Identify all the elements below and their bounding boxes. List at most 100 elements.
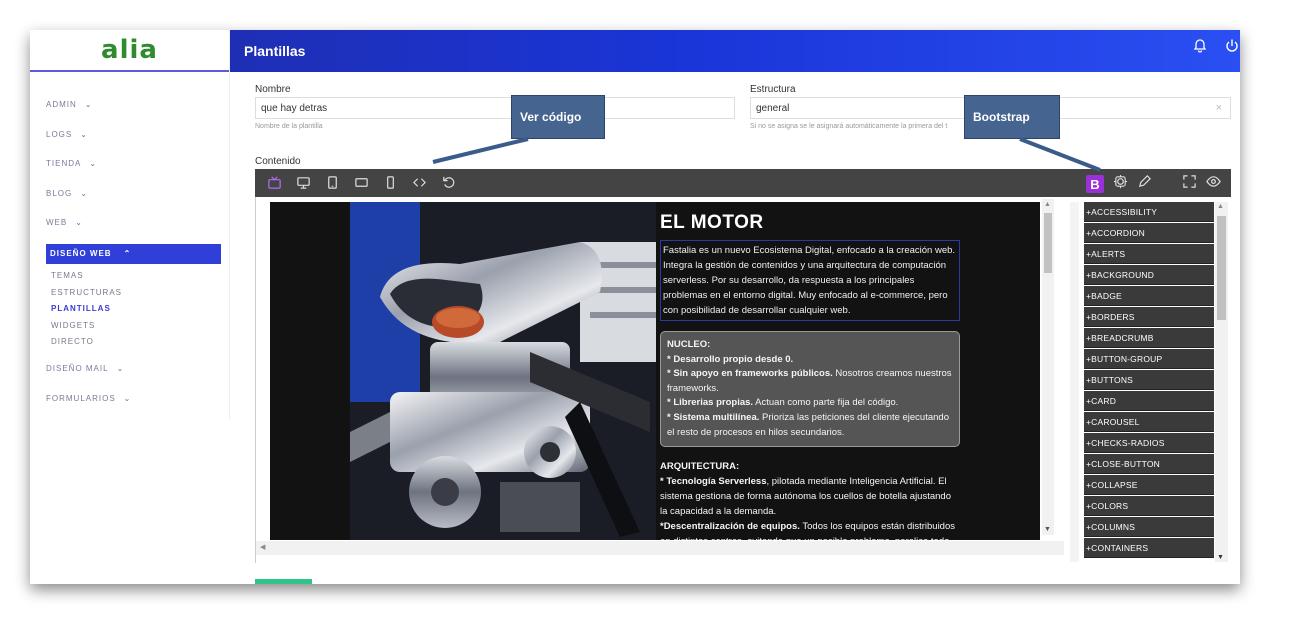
chevron-down-icon: ⌄ [84, 100, 93, 110]
nucleo-box[interactable]: NUCLEO: * Desarrollo propio desde 0. * S… [660, 331, 960, 448]
component-item[interactable]: +CONTAINERS [1084, 538, 1214, 558]
component-item[interactable]: +BACKGROUND [1084, 265, 1214, 285]
tablet-portrait-icon[interactable] [325, 175, 340, 195]
component-item[interactable]: +BUTTON-GROUP [1084, 349, 1214, 369]
panel-scrollbar[interactable]: ▲ ▼ [1215, 202, 1228, 562]
editor-canvas[interactable]: EL MOTOR Fastalia es un nuevo Ecosistema… [255, 197, 1064, 563]
save-button[interactable] [255, 579, 312, 584]
component-item[interactable]: +CAROUSEL [1084, 412, 1214, 432]
power-icon[interactable] [1224, 38, 1240, 59]
nucleo-title: NUCLEO: [667, 339, 711, 350]
top-header: Plantillas [230, 30, 1240, 72]
chevron-up-icon: ⌃ [123, 249, 132, 258]
tablet-landscape-icon[interactable] [354, 175, 369, 195]
mobile-icon[interactable] [383, 175, 398, 195]
scroll-down-icon[interactable]: ▼ [1044, 526, 1051, 533]
components-panel: +ACCESSIBILITY +ACCORDION +ALERTS +BACKGROU… [1064, 200, 1231, 564]
component-item[interactable]: +COLORS [1084, 496, 1214, 516]
estructura-label: Estructura [750, 84, 796, 95]
component-item[interactable]: +CHECKS-RADIOS [1084, 433, 1214, 453]
contenido-label: Contenido [255, 156, 301, 167]
panel-left-scrollbar[interactable] [1070, 202, 1079, 562]
nucleo-line: * Librerias propias. Actuan como parte f… [667, 397, 899, 409]
logo-text: alia [101, 35, 158, 65]
eye-icon[interactable] [1206, 174, 1221, 194]
sidebar-item-label: TIENDA [46, 159, 82, 169]
callout-bootstrap: Bootstrap [964, 95, 1060, 139]
component-item[interactable]: +BREADCRUMB [1084, 328, 1214, 348]
scroll-left-icon[interactable]: ◀ [260, 543, 265, 551]
nucleo-line: * Desarrollo propio desde 0. [667, 353, 794, 365]
chevron-down-icon: ⌄ [80, 129, 88, 139]
nucleo-line: * Sin apoyo en frameworks públicos. Noso… [667, 368, 952, 394]
bell-icon[interactable] [1192, 38, 1208, 59]
arquitectura-title: ARQUITECTURA: [660, 461, 740, 473]
nombre-hint: Nombre de la plantilla [255, 123, 323, 130]
arquitectura-section[interactable]: ARQUITECTURA: * Tecnología Serverless, p… [660, 459, 960, 540]
sidebar-item-label: WEB [46, 218, 68, 228]
sidebar-item-label: DISEÑO MAIL [46, 364, 109, 374]
subitem-directo[interactable]: DIRECTO [30, 334, 229, 351]
nombre-label: Nombre [255, 84, 291, 95]
settings-icon[interactable] [1113, 174, 1128, 194]
component-item[interactable]: +CLOSE-BUTTON [1084, 454, 1214, 474]
canvas-horizontal-scrollbar[interactable]: ◀ [256, 541, 1064, 555]
estructura-value: general [756, 103, 790, 114]
article-title[interactable]: EL MOTOR [660, 212, 960, 234]
article[interactable]: EL MOTOR Fastalia es un nuevo Ecosistema… [660, 212, 960, 540]
page-title: Plantillas [244, 43, 306, 59]
bootstrap-button[interactable]: B [1086, 175, 1104, 193]
panel-scroll-thumb[interactable] [1217, 216, 1226, 320]
sidebar-item-tienda[interactable]: TIENDA ⌄ [30, 149, 229, 179]
hero-section[interactable]: EL MOTOR Fastalia es un nuevo Ecosistema… [270, 202, 1040, 540]
clear-icon[interactable]: × [1216, 102, 1222, 114]
sidebar-item-admin[interactable]: ADMIN ⌄ [30, 90, 229, 120]
sidebar-item-web[interactable]: WEB ⌄ [30, 208, 229, 238]
subitem-temas[interactable]: TEMAS [30, 268, 229, 285]
sidebar-item-diseno-web[interactable]: DISEÑO WEB ⌃ [46, 243, 221, 264]
article-intro[interactable]: Fastalia es un nuevo Ecosistema Digital,… [660, 240, 960, 321]
scroll-down-icon[interactable]: ▼ [1217, 554, 1224, 561]
scroll-up-icon[interactable]: ▲ [1044, 201, 1051, 208]
callout-label: Ver código [520, 110, 582, 124]
tv-icon[interactable] [267, 175, 282, 195]
undo-icon[interactable] [441, 175, 456, 195]
component-item[interactable]: +ACCORDION [1084, 223, 1214, 243]
chevron-down-icon: ⌄ [75, 218, 83, 228]
engine-image [350, 202, 656, 540]
subitem-widgets[interactable]: WIDGETS [30, 317, 229, 334]
callout-ver-codigo: Ver código [511, 95, 605, 139]
component-item[interactable]: +ALERTS [1084, 244, 1214, 264]
components-list: +ACCESSIBILITY +ACCORDION +ALERTS +BACKGROU… [1084, 202, 1214, 559]
fullscreen-icon[interactable] [1182, 174, 1197, 194]
nombre-input[interactable]: que hay detras [255, 97, 735, 119]
scroll-up-icon[interactable]: ▲ [1217, 203, 1224, 210]
sidebar: alia ADMIN ⌄ LOGS ⌄ TIENDA ⌄ BLOG ⌄ WEB ⌄ DIS… [30, 30, 230, 420]
component-item[interactable]: +BUTTONS [1084, 370, 1214, 390]
chevron-down-icon: ⌄ [80, 188, 88, 198]
sidebar-item-formularios[interactable]: FORMULARIOS ⌄ [30, 384, 229, 414]
component-item[interactable]: +COLLAPSE [1084, 475, 1214, 495]
canvas-vertical-scrollbar[interactable]: ▲ ▼ [1042, 199, 1054, 535]
sidebar-item-diseno-mail[interactable]: DISEÑO MAIL ⌄ [30, 354, 229, 384]
pencil-icon[interactable] [1137, 174, 1152, 194]
component-item[interactable]: +COLUMNS [1084, 517, 1214, 537]
sidebar-item-blog[interactable]: BLOG ⌄ [30, 179, 229, 209]
chevron-down-icon: ⌄ [116, 364, 125, 374]
sidebar-item-logs[interactable]: LOGS ⌄ [30, 120, 229, 150]
logo[interactable]: alia [30, 30, 229, 72]
desktop-icon[interactable] [296, 175, 311, 195]
chevron-down-icon: ⌄ [89, 159, 98, 169]
component-item[interactable]: +BORDERS [1084, 307, 1214, 327]
chevron-down-icon: ⌄ [123, 393, 132, 403]
subitem-estructuras[interactable]: ESTRUCTURAS [30, 284, 229, 301]
sidebar-item-label: FORMULARIOS [46, 393, 116, 403]
sidebar-item-label: LOGS [46, 129, 73, 139]
canvas-scroll-thumb[interactable] [1044, 213, 1052, 273]
sidebar-item-label: ADMIN [46, 100, 77, 110]
component-item[interactable]: +CARD [1084, 391, 1214, 411]
code-icon[interactable] [412, 175, 427, 195]
subitem-plantillas[interactable]: PLANTILLAS [30, 301, 229, 318]
component-item[interactable]: +ACCESSIBILITY [1084, 202, 1214, 222]
component-item[interactable]: +BADGE [1084, 286, 1214, 306]
